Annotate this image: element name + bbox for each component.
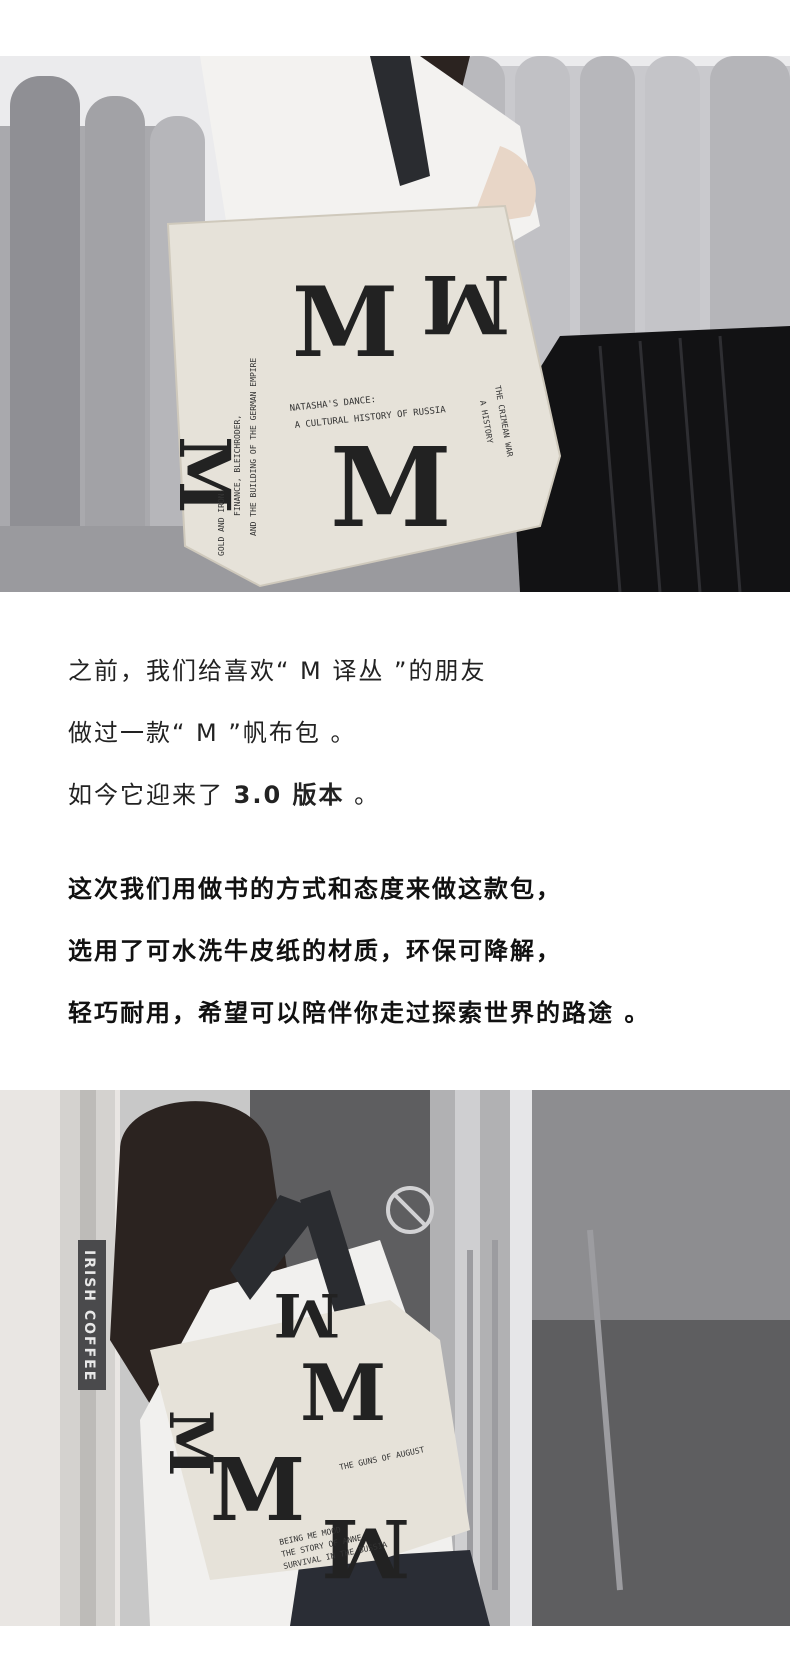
bag-bottom-letter-4: M: [155, 1410, 225, 1476]
bag-caption-d: AND THE BUILDING OF THE GERMAN EMPIRE: [249, 358, 258, 536]
bag-caption-e: GOLD AND IRON:: [217, 489, 226, 556]
photo-top-illustration: M M M M NATASHA'S DANCE: A CULTURAL HIST…: [0, 56, 790, 592]
bag-caption-c: FINANCE, BLEICHRODER,: [233, 415, 242, 516]
bag-bottom-letter-1: M: [300, 1348, 386, 1439]
photo-top: M M M M NATASHA'S DANCE: A CULTURAL HIST…: [0, 56, 790, 592]
bag-letter-3: M: [421, 257, 510, 351]
intro-line-3-prefix: 如今它迎来了: [68, 781, 234, 809]
intro-line-1: 之前，我们给喜欢“ M 译丛 ”的朋友: [68, 657, 487, 685]
statement-line-3: 轻巧耐用，希望可以陪伴你走过探索世界的路途 。: [68, 999, 651, 1027]
coffee-sign: IRISH COFFEE: [78, 1240, 106, 1390]
statement-line-2: 选用了可水洗牛皮纸的材质，环保可降解，: [68, 937, 562, 965]
photo-bottom-illustration: IRISH COFFEE M M M M M THE GUNS OF AUGUS…: [0, 1090, 790, 1626]
bag-bottom-letter-5: M: [274, 1279, 340, 1349]
intro-line-2: 做过一款“ M ”帆布包 。: [68, 719, 357, 747]
bag-letter-2: M: [330, 423, 452, 552]
sign-text: IRISH COFFEE: [81, 1250, 97, 1382]
intro-line-3-suffix: 。: [344, 781, 381, 809]
intro-line-3: 如今它迎来了 3.0 版本 。: [68, 764, 748, 826]
statement-line-1: 这次我们用做书的方式和态度来做这款包，: [68, 875, 562, 903]
bag-letter-1: M: [292, 266, 398, 379]
tote-bag-top: M M M M NATASHA'S DANCE: A CULTURAL HIST…: [163, 204, 562, 588]
statement-paragraph: 这次我们用做书的方式和态度来做这款包， 选用了可水洗牛皮纸的材质，环保可降解， …: [68, 858, 748, 1044]
intro-paragraph: 之前，我们给喜欢“ M 译丛 ”的朋友 做过一款“ M ”帆布包 。 如今它迎来…: [68, 640, 748, 826]
photo-bottom: IRISH COFFEE M M M M M THE GUNS OF AUGUS…: [0, 1090, 790, 1626]
version-highlight: 3.0 版本: [233, 781, 345, 809]
